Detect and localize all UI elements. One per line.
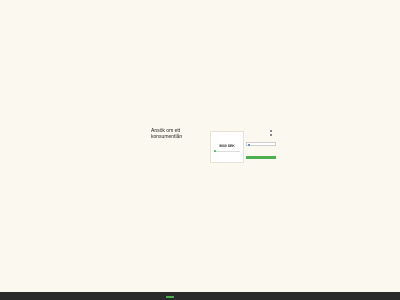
loan-amount: 5000 SEK bbox=[219, 144, 235, 148]
cookie-accept-button[interactable] bbox=[166, 296, 174, 299]
application-form bbox=[246, 129, 308, 163]
cookie-bar bbox=[0, 292, 400, 300]
phone-input[interactable] bbox=[246, 142, 276, 146]
loan-amount-slider[interactable] bbox=[213, 150, 240, 153]
flag-icon bbox=[247, 143, 250, 146]
consent-checkbox[interactable] bbox=[270, 134, 272, 136]
slider-thumb[interactable] bbox=[213, 150, 216, 153]
terms-checkbox[interactable] bbox=[270, 130, 272, 132]
loan-calculator-card: 5000 SEK bbox=[210, 131, 244, 163]
page-title: Ansök om ett konsumentlån bbox=[151, 128, 183, 140]
submit-button[interactable] bbox=[246, 156, 276, 160]
